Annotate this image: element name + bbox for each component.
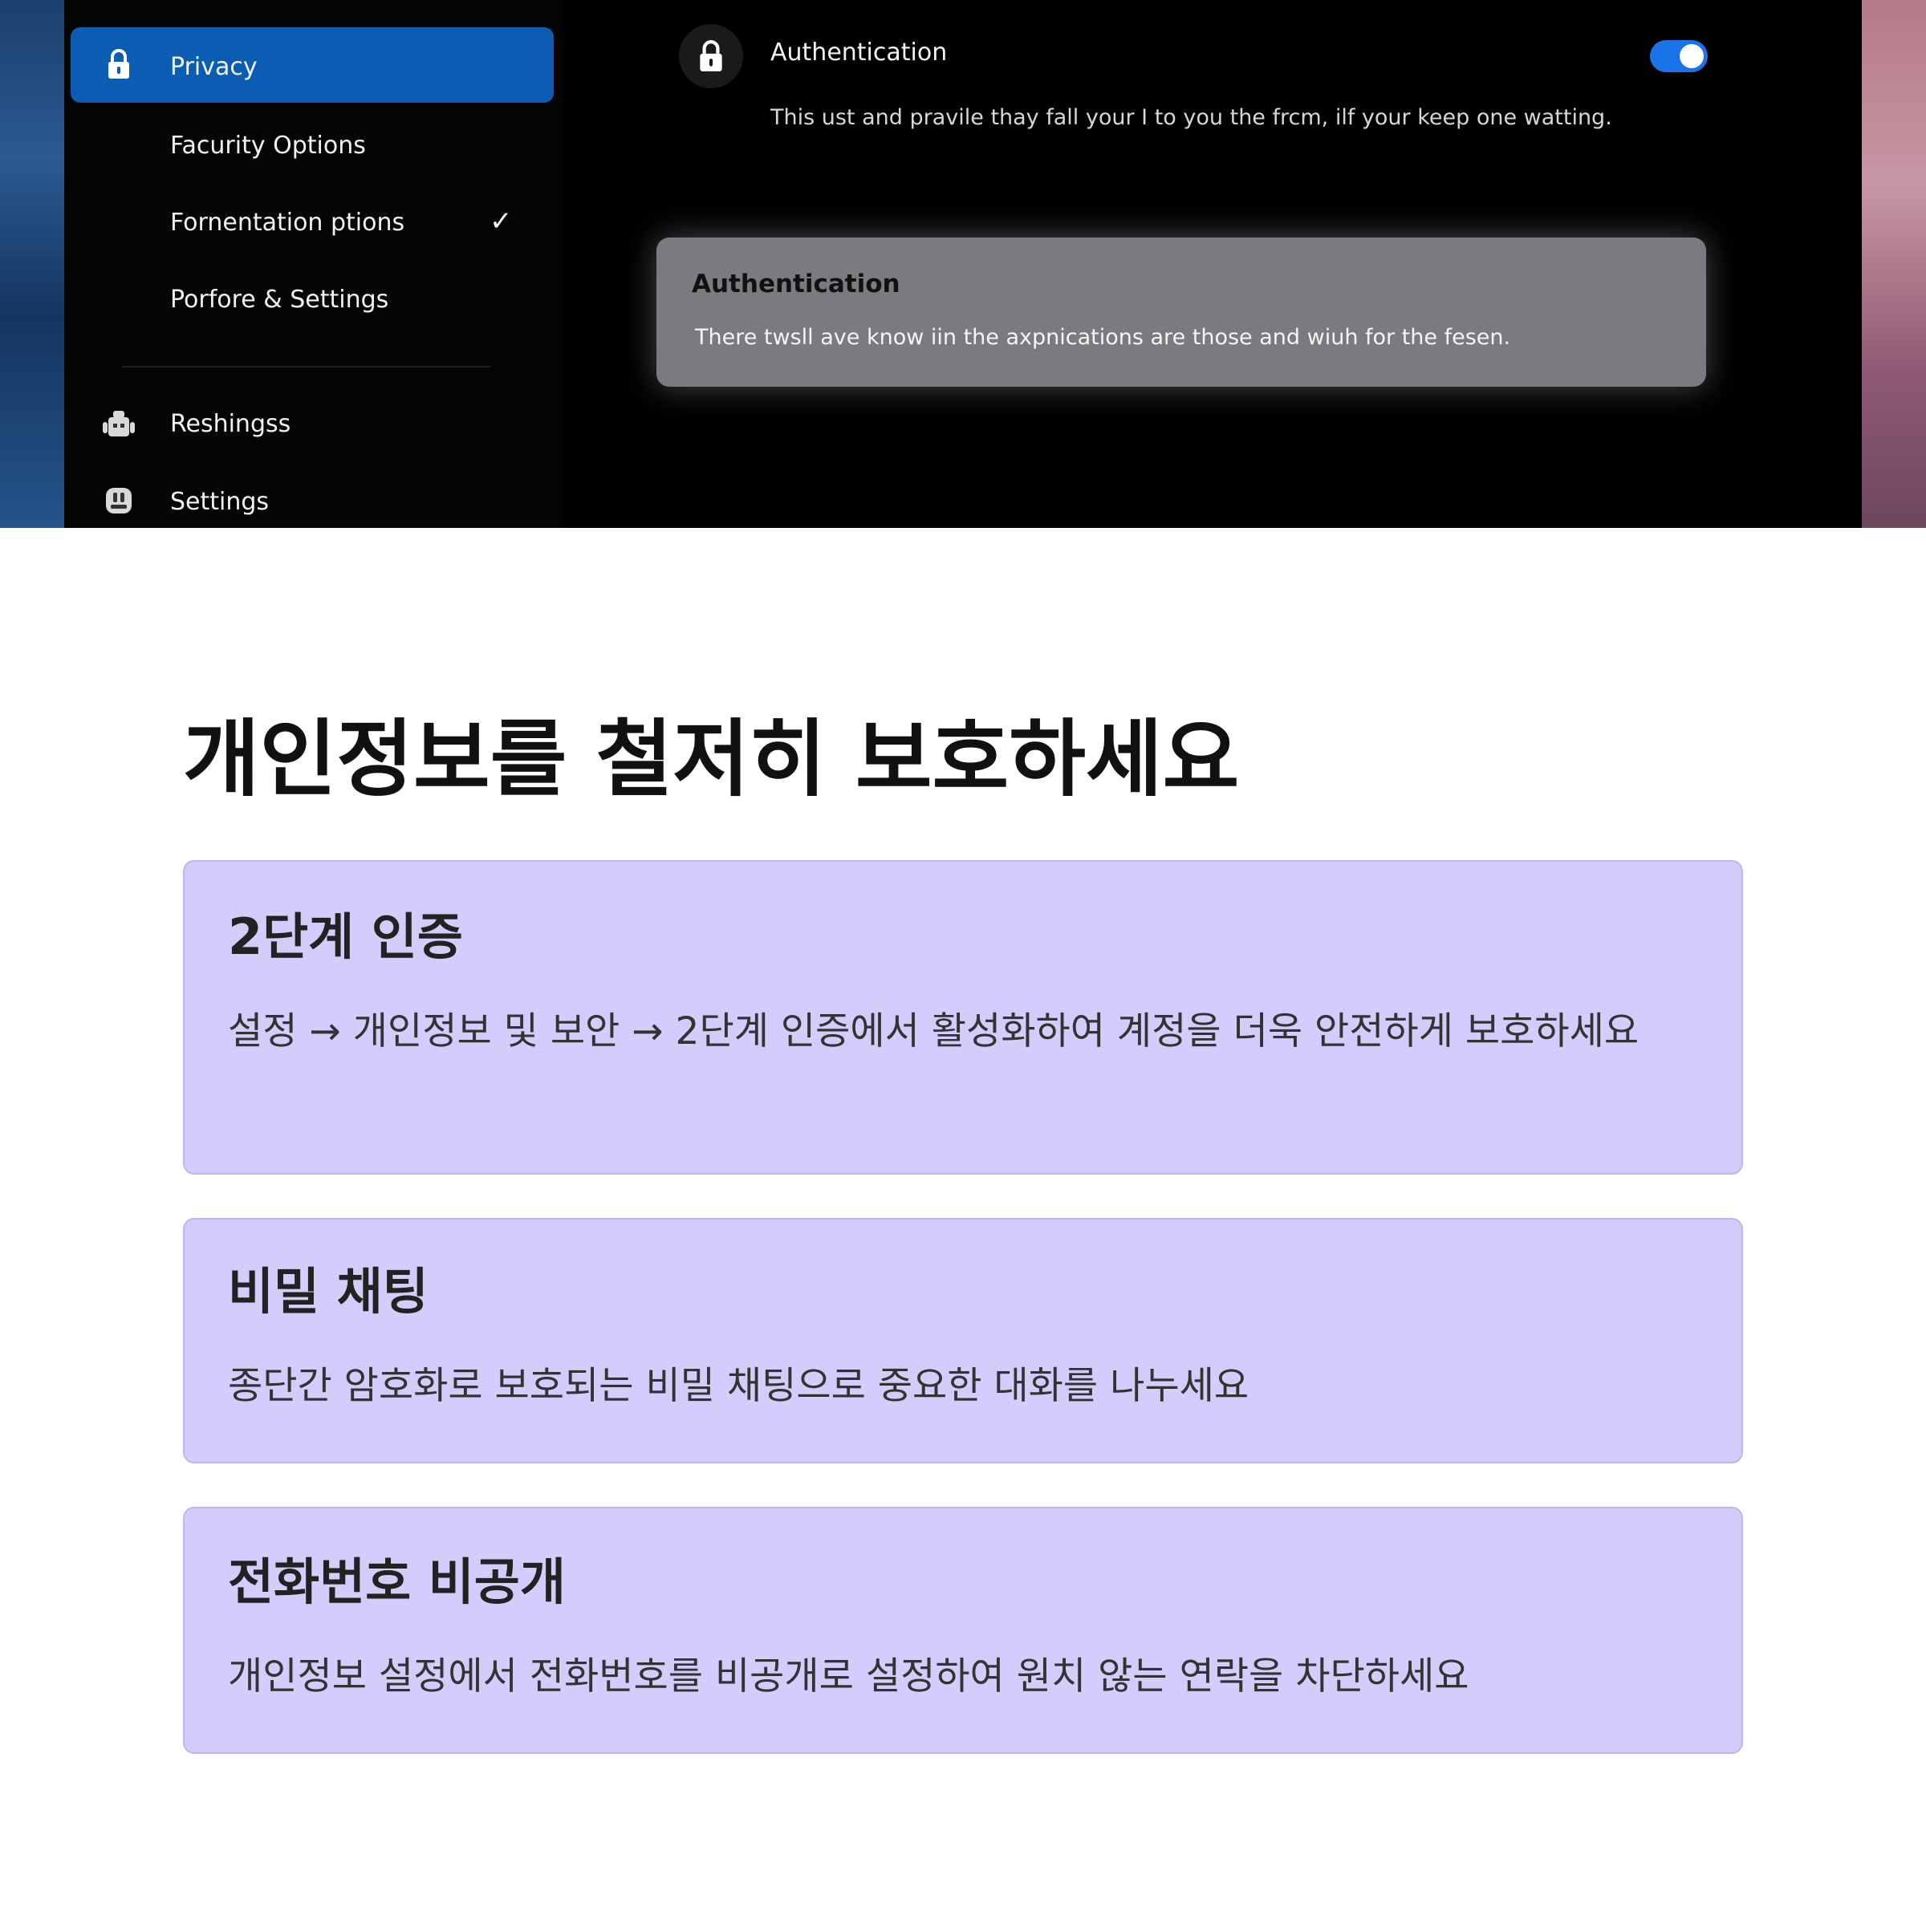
authentication-popup[interactable]: Authentication There twsll ave know iin … bbox=[656, 237, 1706, 387]
feature-card-two-step: 2단계 인증 설정 → 개인정보 및 보안 → 2단계 인증에서 활성화하여 계… bbox=[183, 860, 1743, 1175]
wallpaper-left bbox=[0, 0, 64, 528]
popup-title: Authentication bbox=[692, 270, 900, 298]
authentication-toggle[interactable] bbox=[1650, 40, 1708, 72]
wallpaper-right bbox=[1862, 0, 1926, 528]
checkmark-icon: ✓ bbox=[490, 205, 513, 237]
card-text: 설정 → 개인정보 및 보안 → 2단계 인증에서 활성화하여 계정을 더욱 안… bbox=[228, 1009, 1640, 1053]
page-title: 개인정보를 철저히 보호하세요 bbox=[183, 710, 1240, 808]
sidebar-item-fornentation-options[interactable]: Fornentation ptions bbox=[170, 207, 404, 239]
lock-icon bbox=[679, 24, 743, 88]
lock-icon bbox=[104, 47, 133, 82]
card-text: 개인정보 설정에서 전화번호를 비공개로 설정하여 원치 않는 연락을 차단하세… bbox=[228, 1654, 1469, 1699]
sidebar-item-reshingss[interactable]: Reshingss bbox=[170, 408, 291, 440]
sidebar-item-porfore-settings[interactable]: Porfore & Settings bbox=[170, 284, 388, 316]
sidebar-item-label: Privacy bbox=[170, 53, 258, 81]
sidebar-item-privacy[interactable] bbox=[71, 27, 554, 103]
settings-icon bbox=[103, 485, 135, 517]
sidebar-item-facurity-options[interactable]: Facurity Options bbox=[170, 130, 366, 162]
card-title: 비밀 채팅 bbox=[228, 1262, 429, 1321]
sidebar-divider bbox=[122, 366, 491, 367]
robot-icon bbox=[101, 406, 136, 441]
popup-text: There twsll ave know iin the axpnication… bbox=[695, 325, 1511, 350]
settings-window: Privacy Facurity Options Fornentation pt… bbox=[64, 0, 1863, 528]
settings-content: Authentication This ust and pravile thay… bbox=[562, 0, 1863, 528]
card-text: 종단간 암호화로 보호되는 비밀 채팅으로 중요한 대화를 나누세요 bbox=[228, 1364, 1249, 1408]
feature-card-phone-private: 전화번호 비공개 개인정보 설정에서 전화번호를 비공개로 설정하여 원치 않는… bbox=[183, 1507, 1743, 1754]
card-title: 2단계 인증 bbox=[228, 907, 463, 966]
toggle-knob bbox=[1680, 44, 1704, 68]
settings-screenshot: Privacy Facurity Options Fornentation pt… bbox=[0, 0, 1926, 528]
sidebar-item-settings[interactable]: Settings bbox=[170, 486, 269, 518]
feature-card-secret-chat: 비밀 채팅 종단간 암호화로 보호되는 비밀 채팅으로 중요한 대화를 나누세요 bbox=[183, 1218, 1743, 1463]
sidebar: Privacy Facurity Options Fornentation pt… bbox=[64, 0, 562, 528]
authentication-description: This ust and pravile thay fall your I to… bbox=[770, 105, 1612, 130]
card-title: 전화번호 비공개 bbox=[228, 1552, 566, 1611]
authentication-title: Authentication bbox=[770, 39, 948, 67]
